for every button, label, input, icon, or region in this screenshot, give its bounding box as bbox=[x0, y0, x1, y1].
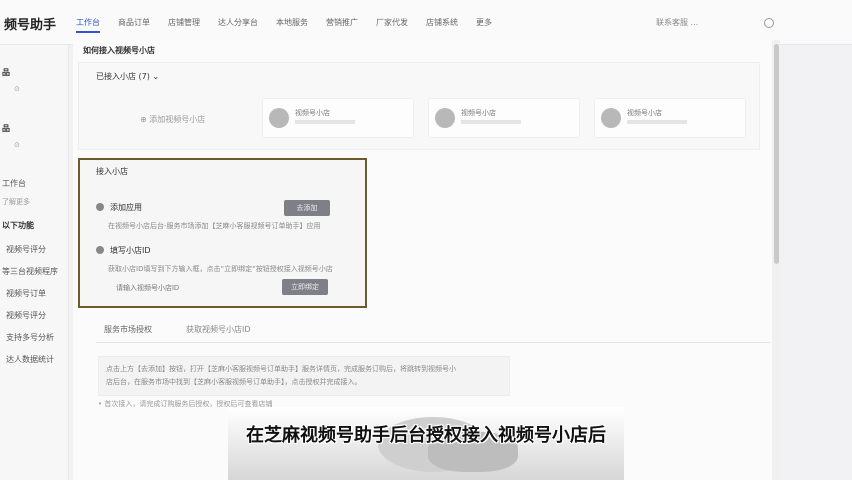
sidebar-item[interactable]: 支持多号分析 bbox=[6, 332, 54, 343]
sidebar-item[interactable]: 等三台视频程序 bbox=[2, 266, 58, 277]
nav-item-workbench[interactable]: 工作台 bbox=[76, 17, 100, 33]
store-card[interactable]: 视频号小店 bbox=[262, 98, 414, 138]
scrollbar-thumb[interactable] bbox=[774, 44, 779, 264]
shop-count-dropdown[interactable]: 已接入小店 (7) ⌄ bbox=[96, 71, 159, 82]
bind-button[interactable]: 立即绑定 bbox=[282, 279, 328, 295]
sidebar-item[interactable]: 视频号评分 bbox=[6, 310, 46, 321]
add-store-link[interactable]: ⊕ 添加视频号小店 bbox=[140, 114, 205, 125]
store-name: 视频号小店 bbox=[295, 109, 330, 117]
sidebar-item[interactable]: 品 bbox=[2, 67, 10, 78]
store-id-line bbox=[627, 120, 687, 124]
step-icon bbox=[96, 246, 104, 254]
nav-item-orders[interactable]: 商品订单 bbox=[118, 17, 150, 33]
store-name: 视频号小店 bbox=[627, 109, 662, 117]
store-card[interactable]: 视频号小店 bbox=[594, 98, 746, 138]
step-fill-id: 填写小店ID bbox=[96, 245, 151, 256]
nav-item-system[interactable]: 店铺系统 bbox=[426, 17, 458, 33]
help-tip-line: 点击上方【去添加】按钮，打开【芝麻小客服视频号订单助手】服务详情页，完成服务订购… bbox=[106, 365, 456, 373]
app-brand: 频号助手 bbox=[4, 18, 57, 33]
tab-get-store-id[interactable]: 获取视频号小店ID bbox=[186, 324, 251, 335]
nav-item-local[interactable]: 本地服务 bbox=[276, 17, 308, 33]
add-app-button[interactable]: 去添加 bbox=[284, 200, 330, 216]
step-fill-id-desc: 获取小店ID填写到下方输入框，点击“立即绑定”按钮授权接入视频号小店 bbox=[108, 265, 333, 273]
step-add-app-desc: 在视频号小店后台-服务市场添加【芝麻小客服视频号订单助手】应用 bbox=[108, 222, 321, 230]
help-tip-line: 店后台，在服务市场中找到【芝麻小客服视频号订单助手】，点击授权并完成接入。 bbox=[106, 378, 362, 386]
nav-item-store[interactable]: 店铺管理 bbox=[168, 17, 200, 33]
nav-item-more[interactable]: 更多 bbox=[476, 17, 492, 33]
step-add-app-label: 添加应用 bbox=[110, 203, 142, 212]
sidebar-item[interactable]: ⊙ bbox=[14, 141, 20, 149]
step-icon bbox=[96, 203, 104, 211]
top-nav-bar: 频号助手 工作台 商品订单 店铺管理 达人分享台 本地服务 营销推广 厂家代发 … bbox=[0, 0, 852, 45]
sidebar-item[interactable]: ⊙ bbox=[14, 85, 20, 93]
store-id-input[interactable] bbox=[114, 280, 268, 296]
sidebar-item[interactable]: 以下功能 bbox=[2, 220, 34, 231]
store-card[interactable]: 视频号小店 bbox=[428, 98, 580, 138]
store-logo bbox=[269, 108, 289, 128]
help-tip-box bbox=[98, 356, 510, 396]
sidebar-item[interactable]: 达人数据统计 bbox=[6, 354, 54, 365]
sidebar: 品 ⊙ 品 ⊙ 工作台 了解更多 以下功能 视频号评分 等三台视频程序 视频号订… bbox=[0, 45, 69, 480]
section-title: 如何接入视频号小店 bbox=[83, 46, 155, 55]
store-id-line bbox=[461, 120, 521, 124]
nav-item-creators[interactable]: 达人分享台 bbox=[218, 17, 258, 33]
video-subtitle: 在芝麻视频号助手后台授权接入视频号小店后 bbox=[246, 425, 606, 446]
store-id-line bbox=[295, 120, 355, 124]
sidebar-item[interactable]: 视频号评分 bbox=[6, 244, 46, 255]
sidebar-item-workbench[interactable]: 工作台 bbox=[2, 178, 26, 189]
step-fill-id-label: 填写小店ID bbox=[110, 246, 151, 255]
step-add-app: 添加应用 bbox=[96, 202, 142, 213]
store-logo bbox=[435, 108, 455, 128]
store-name: 视频号小店 bbox=[461, 109, 496, 117]
tab-service-market[interactable]: 服务市场授权 bbox=[104, 324, 152, 335]
help-icon[interactable] bbox=[764, 18, 774, 28]
nav-item-dropship[interactable]: 厂家代发 bbox=[376, 17, 408, 33]
tab-divider bbox=[96, 342, 770, 343]
user-info[interactable]: 联系客服 ... bbox=[656, 17, 698, 28]
sidebar-item[interactable]: 品 bbox=[2, 123, 10, 134]
nav-item-marketing[interactable]: 营销推广 bbox=[326, 17, 358, 33]
help-tabs: 服务市场授权 获取视频号小店ID bbox=[104, 324, 285, 335]
main-nav: 工作台 商品订单 店铺管理 达人分享台 本地服务 营销推广 厂家代发 店铺系统 … bbox=[76, 17, 510, 33]
sidebar-item[interactable]: 了解更多 bbox=[2, 197, 30, 207]
connect-title: 接入小店 bbox=[96, 167, 128, 176]
store-logo bbox=[601, 108, 621, 128]
sidebar-item[interactable]: 视频号订单 bbox=[6, 288, 46, 299]
